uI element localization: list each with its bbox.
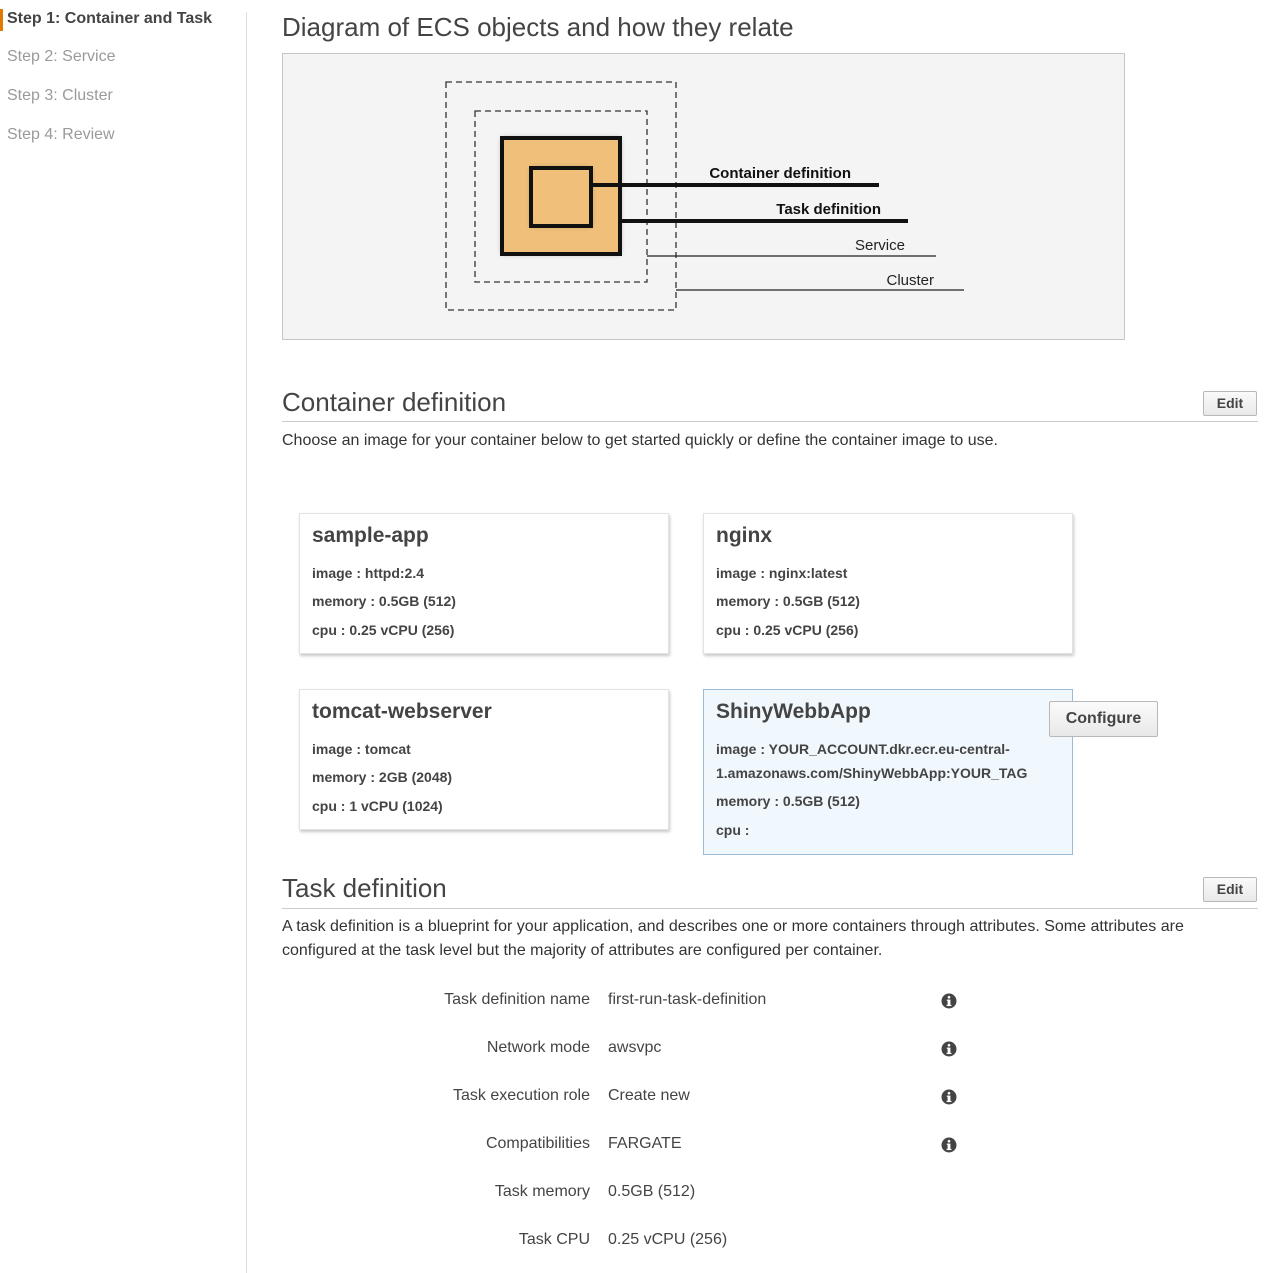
compatibilities-value: FARGATE [608, 1135, 682, 1152]
info-icon[interactable] [941, 1137, 957, 1153]
card-cpu: cpu : 0.25 vCPU (256) [716, 622, 859, 638]
card-title: tomcat-webserver [312, 700, 492, 723]
container-definition-description: Choose an image for your container below… [282, 432, 998, 449]
container-card-nginx[interactable]: nginx image : nginx:latest memory : 0.5G… [703, 513, 1073, 654]
task-memory-label: Task memory [494, 1183, 590, 1200]
cluster-label: Cluster [886, 272, 934, 289]
task-definition-name-label: Task definition name [444, 991, 590, 1008]
card-cpu: cpu : [716, 822, 750, 838]
container-definition-label: Container definition [709, 165, 851, 182]
service-label: Service [855, 237, 905, 254]
network-mode-label: Network mode [486, 1039, 590, 1056]
card-memory: memory : 2GB (2048) [312, 769, 453, 785]
wizard-sidebar: Step 1: Container and Task Step 2: Servi… [0, 0, 246, 1273]
card-memory: memory : 0.5GB (512) [716, 793, 860, 809]
task-definition-label: Task definition [776, 201, 881, 218]
compatibilities-label: Compatibilities [485, 1135, 590, 1152]
task-definition-description: A task definition is a blueprint for you… [282, 918, 1184, 959]
ecs-diagram: Container definition Task definition Ser… [282, 53, 1125, 340]
diagram-title: Diagram of ECS objects and how they rela… [282, 12, 794, 42]
sidebar-step-review[interactable]: Step 4: Review [7, 126, 115, 144]
section-divider [282, 421, 1258, 422]
task-definition-name-value: first-run-task-definition [608, 991, 767, 1008]
card-memory: memory : 0.5GB (512) [716, 593, 860, 609]
task-edit-button[interactable]: Edit [1203, 877, 1257, 902]
card-image: image : httpd:2.4 [312, 565, 425, 581]
section-divider [282, 908, 1258, 909]
task-cpu-value: 0.25 vCPU (256) [608, 1231, 728, 1248]
card-image: image : tomcat [312, 741, 411, 757]
network-mode-value: awsvpc [608, 1039, 662, 1056]
info-icon[interactable] [941, 1041, 957, 1057]
sidebar-step-cluster[interactable]: Step 3: Cluster [7, 87, 113, 105]
active-step-marker [0, 9, 3, 31]
card-image: image : YOUR_ACCOUNT.dkr.ecr.eu-central-… [716, 741, 1028, 781]
container-edit-button[interactable]: Edit [1203, 391, 1257, 416]
task-execution-role-value: Create new [608, 1087, 690, 1104]
card-cpu: cpu : 0.25 vCPU (256) [312, 622, 455, 638]
card-title: ShinyWebbApp [716, 700, 871, 723]
info-icon[interactable] [941, 993, 957, 1009]
task-cpu-label: Task CPU [518, 1231, 590, 1248]
container-card-shinywebbapp[interactable]: ShinyWebbApp image : YOUR_ACCOUNT.dkr.ec… [703, 689, 1073, 855]
info-icon[interactable] [941, 1089, 957, 1105]
card-memory: memory : 0.5GB (512) [312, 593, 456, 609]
container-card-sample-app[interactable]: sample-app image : httpd:2.4 memory : 0.… [299, 513, 669, 654]
sidebar-step-service[interactable]: Step 2: Service [7, 48, 116, 66]
card-cpu: cpu : 1 vCPU (1024) [312, 798, 443, 814]
container-card-tomcat-webserver[interactable]: tomcat-webserver image : tomcat memory :… [299, 689, 669, 830]
task-execution-role-label: Task execution role [453, 1087, 590, 1104]
sidebar-divider [246, 12, 247, 1273]
card-title: sample-app [312, 524, 429, 547]
card-title: nginx [716, 524, 772, 547]
configure-button[interactable]: Configure [1049, 701, 1158, 737]
card-image: image : nginx:latest [716, 565, 848, 581]
task-memory-value: 0.5GB (512) [608, 1183, 696, 1200]
task-definition-heading: Task definition [282, 873, 447, 903]
container-definition-box [529, 166, 593, 228]
ecs-diagram-svg: Container definition Task definition Ser… [445, 81, 964, 311]
container-definition-heading: Container definition [282, 387, 507, 417]
sidebar-step-container-and-task[interactable]: Step 1: Container and Task [7, 10, 212, 28]
